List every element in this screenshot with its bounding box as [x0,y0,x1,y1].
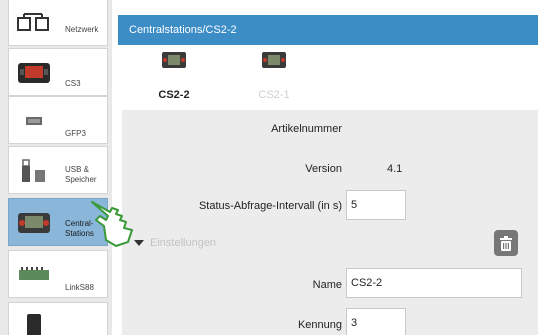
name-label: Name [312,279,342,291]
links88-module-icon [15,261,53,289]
trash-icon [500,235,512,251]
usb-storage-icon [15,157,53,185]
version-label: Version [305,163,342,175]
tab-label: CS2-2 [158,89,190,101]
section-label: Einstellungen [150,237,217,249]
hand-pointer-icon [91,201,133,247]
tab-cs2-1[interactable]: CS2-1 [249,51,299,105]
sidebar-item-label: Netzwerk [65,25,99,34]
delete-button[interactable] [494,230,518,256]
sidebar: Netzwerk CS3 GFP3 USB & Speicher Central… [0,0,112,335]
central-station-icon [262,52,286,68]
sidebar-item-label: CS3 [65,79,81,88]
central-station-icon [162,52,186,68]
sidebar-item-netzwerk[interactable]: Netzwerk [8,0,108,46]
network-icon [15,9,53,37]
sidebar-item-links88[interactable]: LinkS88 [8,250,108,298]
device-icon [15,311,53,335]
kennung-label: Kennung [297,319,342,331]
name-input[interactable]: CS2-2 [346,268,522,298]
status-interval-label: Status-Abfrage-Intervall (in s) [198,200,342,212]
kennung-input[interactable]: 3 [346,308,406,335]
sidebar-item-label: GFP3 [65,129,86,138]
status-interval-input[interactable]: 5 [346,190,406,220]
gfp3-module-icon [15,107,53,135]
sidebar-item-cs3[interactable]: CS3 [8,48,108,96]
sidebar-item-label: USB & Speicher [65,165,97,184]
cs3-device-icon [15,59,53,87]
sidebar-item-label: LinkS88 [65,283,94,292]
artikelnummer-label: Artikelnummer [271,123,342,135]
tab-cs2-2[interactable]: CS2-2 [149,51,199,105]
device-tabs: CS2-2 CS2-1 [118,45,538,110]
sidebar-item-usb-speicher[interactable]: USB & Speicher [8,146,108,194]
sidebar-item-gfp3[interactable]: GFP3 [8,96,108,144]
tab-label: CS2-1 [258,89,290,101]
page-header: Centralstations/CS2-2 [118,15,538,45]
sidebar-item-device[interactable] [8,302,108,335]
version-value: 4.1 [387,163,403,175]
central-station-icon [15,209,53,237]
page-title: Centralstations/CS2-2 [129,24,237,36]
settings-panel: Artikelnummer Version 4.1 Status-Abfrage… [122,110,538,335]
